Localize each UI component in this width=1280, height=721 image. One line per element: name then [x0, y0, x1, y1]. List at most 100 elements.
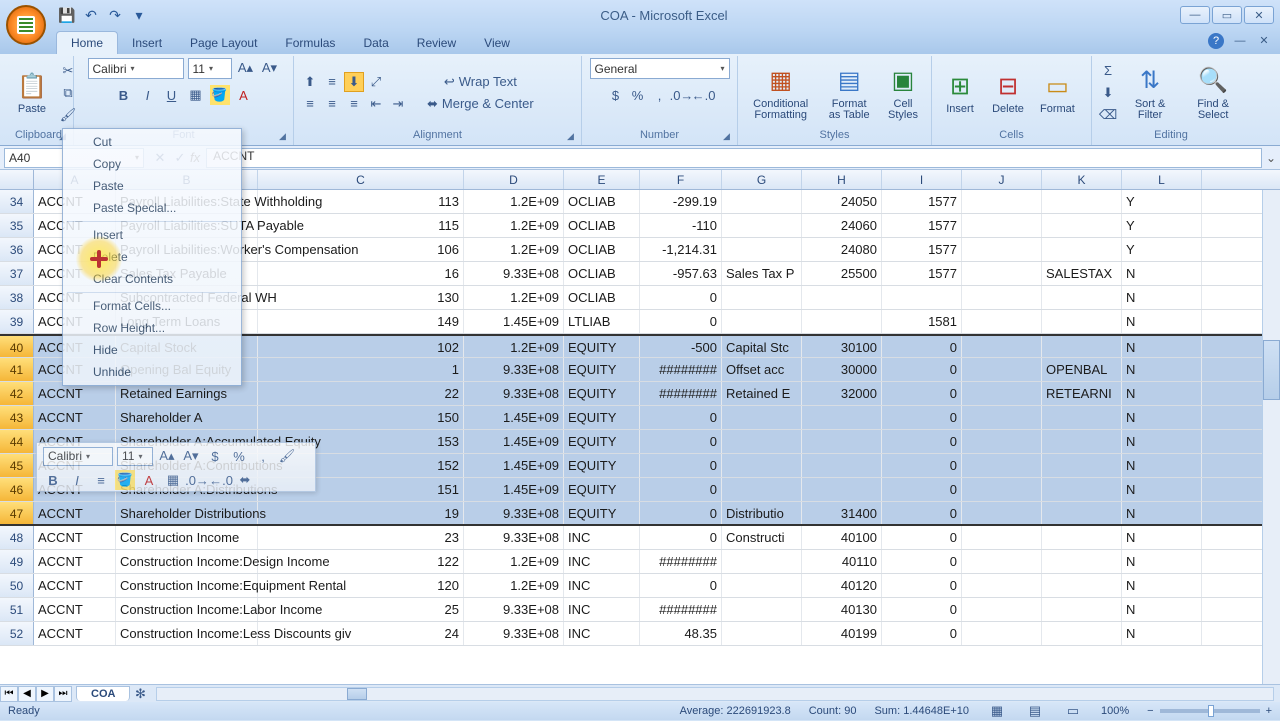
row-header[interactable]: 45	[0, 454, 34, 477]
cell[interactable]: EQUITY	[564, 336, 640, 357]
formula-input[interactable]: ACCNT	[206, 148, 1262, 168]
mini-dec-dec[interactable]: ←.0	[211, 470, 231, 490]
cell[interactable]: 23	[258, 526, 464, 549]
cell[interactable]: N	[1122, 262, 1202, 285]
cell[interactable]	[962, 598, 1042, 621]
row-header[interactable]: 50	[0, 574, 34, 597]
cell[interactable]: Y	[1122, 190, 1202, 213]
row-header[interactable]: 48	[0, 526, 34, 549]
cell[interactable]	[802, 286, 882, 309]
cell[interactable]: N	[1122, 598, 1202, 621]
cell[interactable]	[1042, 214, 1122, 237]
cell[interactable]	[722, 406, 802, 429]
cell[interactable]: 31400	[802, 502, 882, 524]
mini-grow-font[interactable]: A▴	[157, 446, 177, 466]
cell[interactable]: ########	[640, 358, 722, 381]
hscroll-thumb[interactable]	[347, 688, 367, 700]
border-button[interactable]: ▦	[186, 85, 206, 105]
fill-color-button[interactable]: 🪣	[210, 85, 230, 105]
cell[interactable]	[722, 622, 802, 645]
zoom-out-button[interactable]: −	[1147, 705, 1153, 717]
align-top-button[interactable]: ⬆	[300, 72, 320, 92]
mini-inc-dec[interactable]: .0→	[187, 470, 207, 490]
cell[interactable]: OCLIAB	[564, 190, 640, 213]
cell[interactable]: 40130	[802, 598, 882, 621]
cell[interactable]: OCLIAB	[564, 214, 640, 237]
row-header[interactable]: 42	[0, 382, 34, 405]
row-header[interactable]: 44	[0, 430, 34, 453]
cell[interactable]: N	[1122, 286, 1202, 309]
cell[interactable]	[722, 598, 802, 621]
cell[interactable]	[722, 310, 802, 333]
cell[interactable]	[722, 550, 802, 573]
cell[interactable]	[1042, 336, 1122, 357]
cell[interactable]: 0	[882, 598, 962, 621]
row-header[interactable]: 41	[0, 358, 34, 381]
shrink-font-button[interactable]: A▾	[260, 58, 280, 78]
cell[interactable]: 1.2E+09	[464, 214, 564, 237]
row-header[interactable]: 36	[0, 238, 34, 261]
column-header-G[interactable]: G	[722, 170, 802, 189]
column-header-F[interactable]: F	[640, 170, 722, 189]
cell[interactable]	[962, 262, 1042, 285]
cell[interactable]: N	[1122, 526, 1202, 549]
cell[interactable]	[1042, 238, 1122, 261]
menu-item-unhide[interactable]: Unhide	[63, 361, 241, 383]
cell[interactable]	[722, 574, 802, 597]
cell[interactable]	[962, 286, 1042, 309]
vertical-scrollbar[interactable]	[1262, 190, 1280, 686]
row-header[interactable]: 46	[0, 478, 34, 501]
cell[interactable]: 1.2E+09	[464, 238, 564, 261]
font-name-dropdown[interactable]: Calibri▾	[88, 58, 184, 79]
cell[interactable]	[962, 336, 1042, 357]
cell[interactable]	[722, 286, 802, 309]
cell[interactable]: 25500	[802, 262, 882, 285]
cell[interactable]: 9.33E+08	[464, 502, 564, 524]
cell[interactable]: 0	[882, 502, 962, 524]
cell[interactable]: N	[1122, 622, 1202, 645]
tab-review[interactable]: Review	[403, 32, 470, 54]
cell[interactable]: -110	[640, 214, 722, 237]
cell[interactable]: Offset acc	[722, 358, 802, 381]
cell[interactable]: 1.2E+09	[464, 286, 564, 309]
row-header[interactable]: 38	[0, 286, 34, 309]
cell[interactable]	[962, 550, 1042, 573]
cell[interactable]: 24080	[802, 238, 882, 261]
merge-center-button[interactable]: ⬌Merge & Center	[420, 94, 541, 114]
select-all-button[interactable]	[0, 170, 34, 189]
cell[interactable]	[962, 382, 1042, 405]
mini-align[interactable]: ≡	[91, 470, 111, 490]
cell[interactable]	[962, 622, 1042, 645]
cell[interactable]: 1	[258, 358, 464, 381]
cell[interactable]: EQUITY	[564, 382, 640, 405]
cell[interactable]: 1.45E+09	[464, 310, 564, 333]
cell[interactable]: 19	[258, 502, 464, 524]
mini-shrink-font[interactable]: A▾	[181, 446, 201, 466]
zoom-level[interactable]: 100%	[1101, 705, 1129, 717]
cell[interactable]: Construction Income	[116, 526, 258, 549]
tab-data[interactable]: Data	[349, 32, 402, 54]
row-header[interactable]: 37	[0, 262, 34, 285]
cell[interactable]	[962, 190, 1042, 213]
menu-item-hide[interactable]: Hide	[63, 339, 241, 361]
row-header[interactable]: 43	[0, 406, 34, 429]
paste-button[interactable]: 📋 Paste	[10, 68, 54, 117]
wrap-text-button[interactable]: ↩Wrap Text	[420, 72, 541, 92]
tab-formulas[interactable]: Formulas	[271, 32, 349, 54]
cell[interactable]: 40100	[802, 526, 882, 549]
cell[interactable]	[1042, 622, 1122, 645]
cell[interactable]: 1.2E+09	[464, 550, 564, 573]
cell[interactable]	[882, 286, 962, 309]
cell[interactable]	[722, 430, 802, 453]
cell[interactable]: 130	[258, 286, 464, 309]
cell[interactable]: OCLIAB	[564, 286, 640, 309]
font-size-dropdown[interactable]: 11▾	[188, 58, 232, 79]
cell[interactable]: LTLIAB	[564, 310, 640, 333]
delete-cells-button[interactable]: ⊟Delete	[986, 68, 1030, 117]
cell[interactable]	[1042, 478, 1122, 501]
row-header[interactable]: 47	[0, 502, 34, 524]
column-header-C[interactable]: C	[258, 170, 464, 189]
menu-item-format-cells-[interactable]: Format Cells...	[63, 295, 241, 317]
cell[interactable]	[1042, 574, 1122, 597]
cell[interactable]	[1042, 598, 1122, 621]
